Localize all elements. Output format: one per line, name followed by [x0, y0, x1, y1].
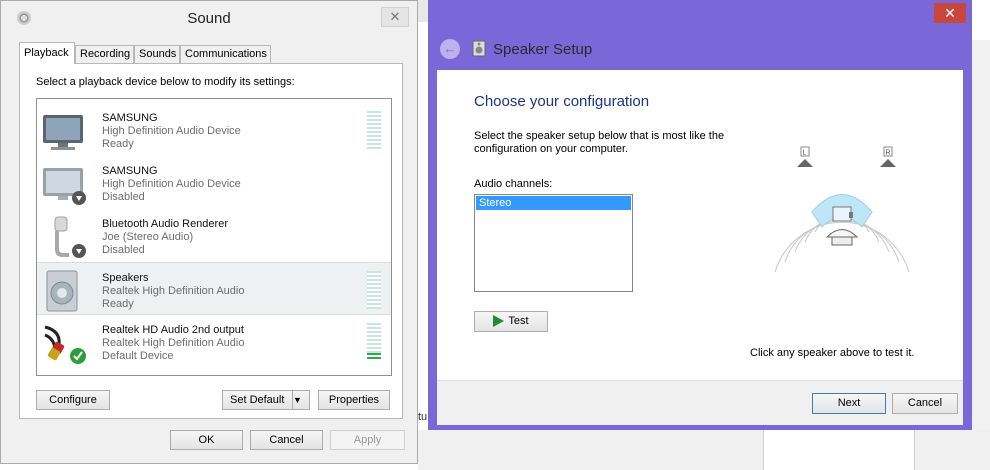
device-name: Speakers [102, 272, 149, 284]
speaker-setup-icon [472, 40, 486, 57]
speaker-setup-window: ✕ ← Speaker Setup Choose your configurat… [428, 0, 972, 430]
speaker-icon [46, 270, 78, 312]
test-label: Test [508, 315, 529, 327]
chevron-down-icon[interactable]: ▼ [292, 391, 309, 409]
headset-disabled-icon [54, 216, 86, 258]
cancel-button[interactable]: Cancel [250, 430, 323, 450]
device-state: Ready [102, 138, 134, 150]
tab-sounds[interactable]: Sounds [134, 45, 180, 63]
sound-close-button[interactable]: ✕ [381, 7, 409, 27]
speaker-setup-footer: Next Cancel [437, 380, 963, 425]
play-icon [493, 315, 505, 328]
tab-communications[interactable]: Communications [180, 45, 271, 63]
right-speaker-icon[interactable]: R [880, 146, 896, 167]
device-description: Realtek High Definition Audio [102, 285, 245, 297]
test-button[interactable]: Test [474, 311, 548, 332]
left-speaker-label: L [803, 150, 807, 157]
configuration-heading: Choose your configuration [474, 93, 650, 110]
tv-icon [43, 115, 83, 150]
rca-cable-default-icon [44, 325, 86, 364]
device-description: High Definition Audio Device [102, 178, 241, 190]
device-realtek-2nd[interactable]: Realtek HD Audio 2nd output Realtek High… [37, 315, 391, 368]
volume-meter [367, 323, 381, 361]
left-speaker-icon[interactable]: L [797, 146, 813, 167]
sound-titlebar[interactable]: Sound ✕ [1, 1, 417, 35]
right-speaker-label: R [886, 150, 891, 157]
set-default-button[interactable]: Set Default ▼ [222, 390, 310, 410]
device-description: Joe (Stereo Audio) [102, 231, 194, 243]
device-name: SAMSUNG [102, 112, 158, 124]
speaker-setup-title: Speaker Setup [493, 41, 593, 58]
sound-dialog: Sound ✕ Playback Recording Sounds Commun… [0, 0, 418, 464]
volume-meter [367, 271, 381, 309]
audio-channels-label: Audio channels: [474, 178, 553, 190]
sound-title: Sound [187, 10, 231, 27]
speaker-layout-diagram: L R [774, 146, 910, 273]
playback-instruction: Select a playback device below to modify… [36, 76, 295, 88]
configure-button[interactable]: Configure [36, 390, 110, 410]
device-speakers[interactable]: Speakers Realtek High Definition Audio R… [37, 262, 391, 315]
tab-recording[interactable]: Recording [75, 45, 134, 63]
tab-playback[interactable]: Playback [19, 42, 75, 64]
configuration-description: Select the speaker setup below that is m… [474, 130, 725, 155]
device-state: Disabled [102, 191, 145, 203]
device-samsung-2[interactable]: SAMSUNG High Definition Audio Device Dis… [37, 156, 391, 209]
playback-panel: Select a playback device below to modify… [19, 63, 403, 419]
device-description: High Definition Audio Device [102, 125, 241, 137]
speaker-setup-content: Choose your configuration Select the spe… [437, 70, 963, 380]
speaker-setup-close-button[interactable]: ✕ [934, 3, 966, 23]
properties-button[interactable]: Properties [318, 390, 390, 410]
test-hint: Click any speaker above to test it. [750, 347, 915, 359]
device-state: Disabled [102, 244, 145, 256]
device-description: Realtek High Definition Audio [102, 337, 245, 349]
next-button[interactable]: Next [812, 393, 886, 414]
device-state: Default Device [102, 350, 174, 362]
background-window-bottom [418, 430, 990, 470]
device-samsung-1[interactable]: SAMSUNG High Definition Audio Device Rea… [37, 103, 391, 156]
tv-disabled-icon [43, 168, 86, 205]
playback-device-list[interactable]: SAMSUNG High Definition Audio Device Rea… [36, 98, 392, 376]
device-bluetooth[interactable]: Bluetooth Audio Renderer Joe (Stereo Aud… [37, 209, 391, 262]
audio-channels-list[interactable]: Stereo [474, 194, 633, 292]
device-name: Bluetooth Audio Renderer [102, 218, 228, 230]
device-name: SAMSUNG [102, 165, 158, 177]
speaker-cancel-button[interactable]: Cancel [892, 393, 958, 414]
device-state: Ready [102, 298, 134, 310]
channel-option-stereo[interactable]: Stereo [476, 196, 631, 210]
back-arrow-icon[interactable]: ← [440, 39, 460, 59]
apply-button[interactable]: Apply [330, 430, 405, 450]
set-default-label: Set Default [230, 394, 285, 406]
device-name: Realtek HD Audio 2nd output [102, 324, 244, 336]
volume-meter [367, 111, 381, 149]
background-partial-text: tu [418, 411, 428, 423]
ok-button[interactable]: OK [170, 430, 243, 450]
